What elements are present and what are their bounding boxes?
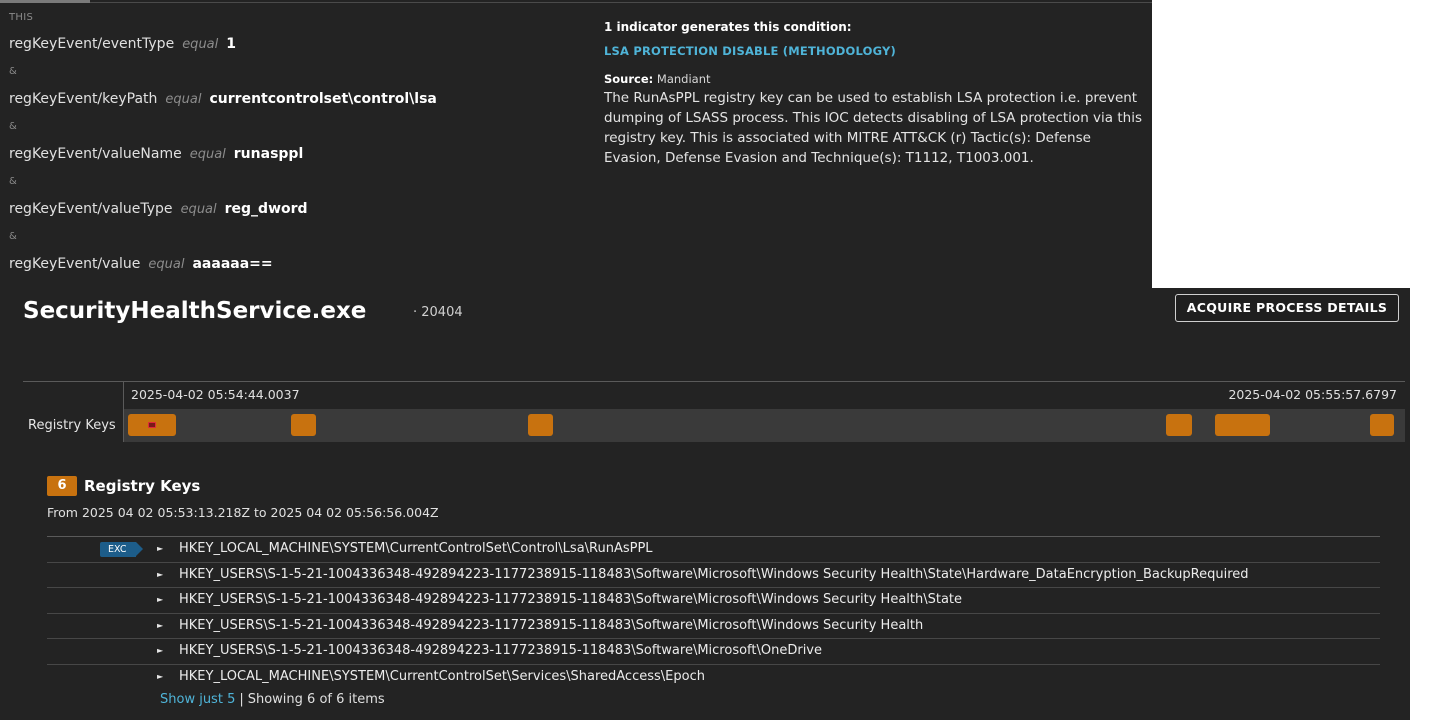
condition-value: runasppl	[233, 146, 304, 162]
indicator-source: Source: Mandiant	[604, 72, 1149, 86]
alert-indicator-icon	[148, 422, 156, 428]
expand-arrow-icon[interactable]: ►	[157, 646, 163, 655]
registry-key-path: HKEY_LOCAL_MACHINE\SYSTEM\CurrentControl…	[179, 668, 705, 684]
list-item[interactable]: ► HKEY_USERS\S-1-5-21-1004336348-4928942…	[47, 587, 1380, 613]
timeline-event-marker[interactable]	[1215, 414, 1270, 436]
source-label: Source:	[604, 72, 654, 86]
acquire-process-details-button[interactable]: ACQUIRE PROCESS DETAILS	[1175, 294, 1399, 322]
panel-top-divider	[90, 2, 1152, 3]
process-panel: SecurityHealthService.exe · 20404 ACQUIR…	[0, 288, 1410, 720]
condition-operator: equal	[182, 37, 219, 52]
expand-arrow-icon[interactable]: ►	[157, 570, 163, 579]
indicator-heading: 1 indicator generates this condition:	[604, 20, 852, 34]
timeline-event-marker[interactable]	[1166, 414, 1192, 436]
registry-count-badge: 6	[47, 476, 77, 496]
event-timeline: 2025-04-02 05:54:44.0037 2025-04-02 05:5…	[23, 381, 1405, 442]
condition-row: regKeyEvent/eventType equal 1	[9, 36, 236, 52]
list-item[interactable]: ► HKEY_LOCAL_MACHINE\SYSTEM\CurrentContr…	[47, 663, 1380, 690]
condition-field: regKeyEvent/keyPath	[9, 91, 158, 107]
registry-time-range: From 2025 04 02 05:53:13.218Z to 2025 04…	[47, 505, 439, 520]
condition-operator: equal	[165, 92, 202, 107]
timeline-event-marker[interactable]	[1370, 414, 1394, 436]
condition-row: regKeyEvent/value equal aaaaaa==	[9, 256, 273, 272]
showing-count: Showing 6 of 6 items	[247, 692, 385, 707]
list-item[interactable]: ► HKEY_USERS\S-1-5-21-1004336348-4928942…	[47, 561, 1380, 588]
condition-field: regKeyEvent/valueType	[9, 201, 173, 217]
timeline-event-marker[interactable]	[128, 414, 176, 436]
timeline-event-marker[interactable]	[528, 414, 553, 436]
condition-value: 1	[226, 36, 237, 52]
registry-key-path: HKEY_USERS\S-1-5-21-1004336348-492894223…	[179, 643, 822, 659]
condition-field: regKeyEvent/eventType	[9, 36, 175, 52]
expand-arrow-icon[interactable]: ►	[157, 672, 163, 681]
and-separator: &	[9, 176, 17, 187]
condition-field: regKeyEvent/value	[9, 256, 141, 272]
show-just-5-link[interactable]: Show just 5	[160, 692, 235, 707]
condition-value: currentcontrolset\control\lsa	[209, 91, 437, 107]
indicator-description: The RunAsPPL registry key can be used to…	[604, 90, 1142, 166]
this-label: THIS	[9, 12, 34, 23]
timeline-event-marker[interactable]	[291, 414, 316, 436]
list-footer: Show just 5 | Showing 6 of 6 items	[160, 692, 385, 707]
registry-key-path: HKEY_USERS\S-1-5-21-1004336348-492894223…	[179, 617, 924, 633]
timeline-track	[124, 409, 1405, 442]
condition-operator: equal	[148, 257, 185, 272]
and-separator: &	[9, 231, 17, 242]
and-separator: &	[9, 121, 17, 132]
timeline-end-time: 2025-04-02 05:55:57.6797	[1228, 387, 1397, 402]
registry-key-path: HKEY_LOCAL_MACHINE\SYSTEM\CurrentControl…	[179, 541, 653, 556]
condition-field: regKeyEvent/valueName	[9, 146, 182, 162]
timeline-border	[23, 381, 1405, 382]
timeline-start-time: 2025-04-02 05:54:44.0037	[131, 387, 300, 402]
condition-row: regKeyEvent/valueType equal reg_dword	[9, 201, 308, 217]
registry-key-path: HKEY_USERS\S-1-5-21-1004336348-492894223…	[179, 566, 1249, 582]
condition-operator: equal	[180, 202, 217, 217]
condition-value: reg_dword	[224, 201, 308, 217]
registry-key-list: EXC ► HKEY_LOCAL_MACHINE\SYSTEM\CurrentC…	[47, 536, 1380, 690]
process-pid: · 20404	[413, 305, 463, 320]
timeline-row-label: Registry Keys	[28, 418, 116, 433]
process-name: SecurityHealthService.exe	[23, 298, 367, 324]
expand-arrow-icon[interactable]: ►	[157, 544, 163, 553]
expand-arrow-icon[interactable]: ►	[157, 595, 163, 604]
registry-key-path: HKEY_USERS\S-1-5-21-1004336348-492894223…	[179, 592, 963, 608]
indicator-link[interactable]: LSA PROTECTION DISABLE (METHODOLOGY)	[604, 44, 1149, 58]
source-value: Mandiant	[656, 72, 711, 86]
condition-row: regKeyEvent/keyPath equal currentcontrolse…	[9, 91, 437, 107]
condition-operator: equal	[189, 147, 226, 162]
indicator-details: 1 indicator generates this condition: LS…	[604, 20, 1149, 168]
and-separator: &	[9, 66, 17, 77]
list-item[interactable]: ► HKEY_USERS\S-1-5-21-1004336348-4928942…	[47, 612, 1380, 639]
list-item[interactable]: ► HKEY_USERS\S-1-5-21-1004336348-4928942…	[47, 638, 1380, 664]
exc-badge: EXC	[100, 542, 143, 557]
expand-arrow-icon[interactable]: ►	[157, 621, 163, 630]
condition-row: regKeyEvent/valueName equal runasppl	[9, 146, 303, 162]
registry-section-title: Registry Keys	[84, 477, 201, 495]
ioc-condition-panel: THIS regKeyEvent/eventType equal 1 & regKe…	[0, 0, 1152, 288]
panel-top-border	[0, 0, 90, 3]
condition-value: aaaaaa==	[192, 256, 273, 272]
list-item[interactable]: EXC ► HKEY_LOCAL_MACHINE\SYSTEM\CurrentC…	[47, 536, 1380, 562]
footer-separator: |	[239, 692, 244, 707]
